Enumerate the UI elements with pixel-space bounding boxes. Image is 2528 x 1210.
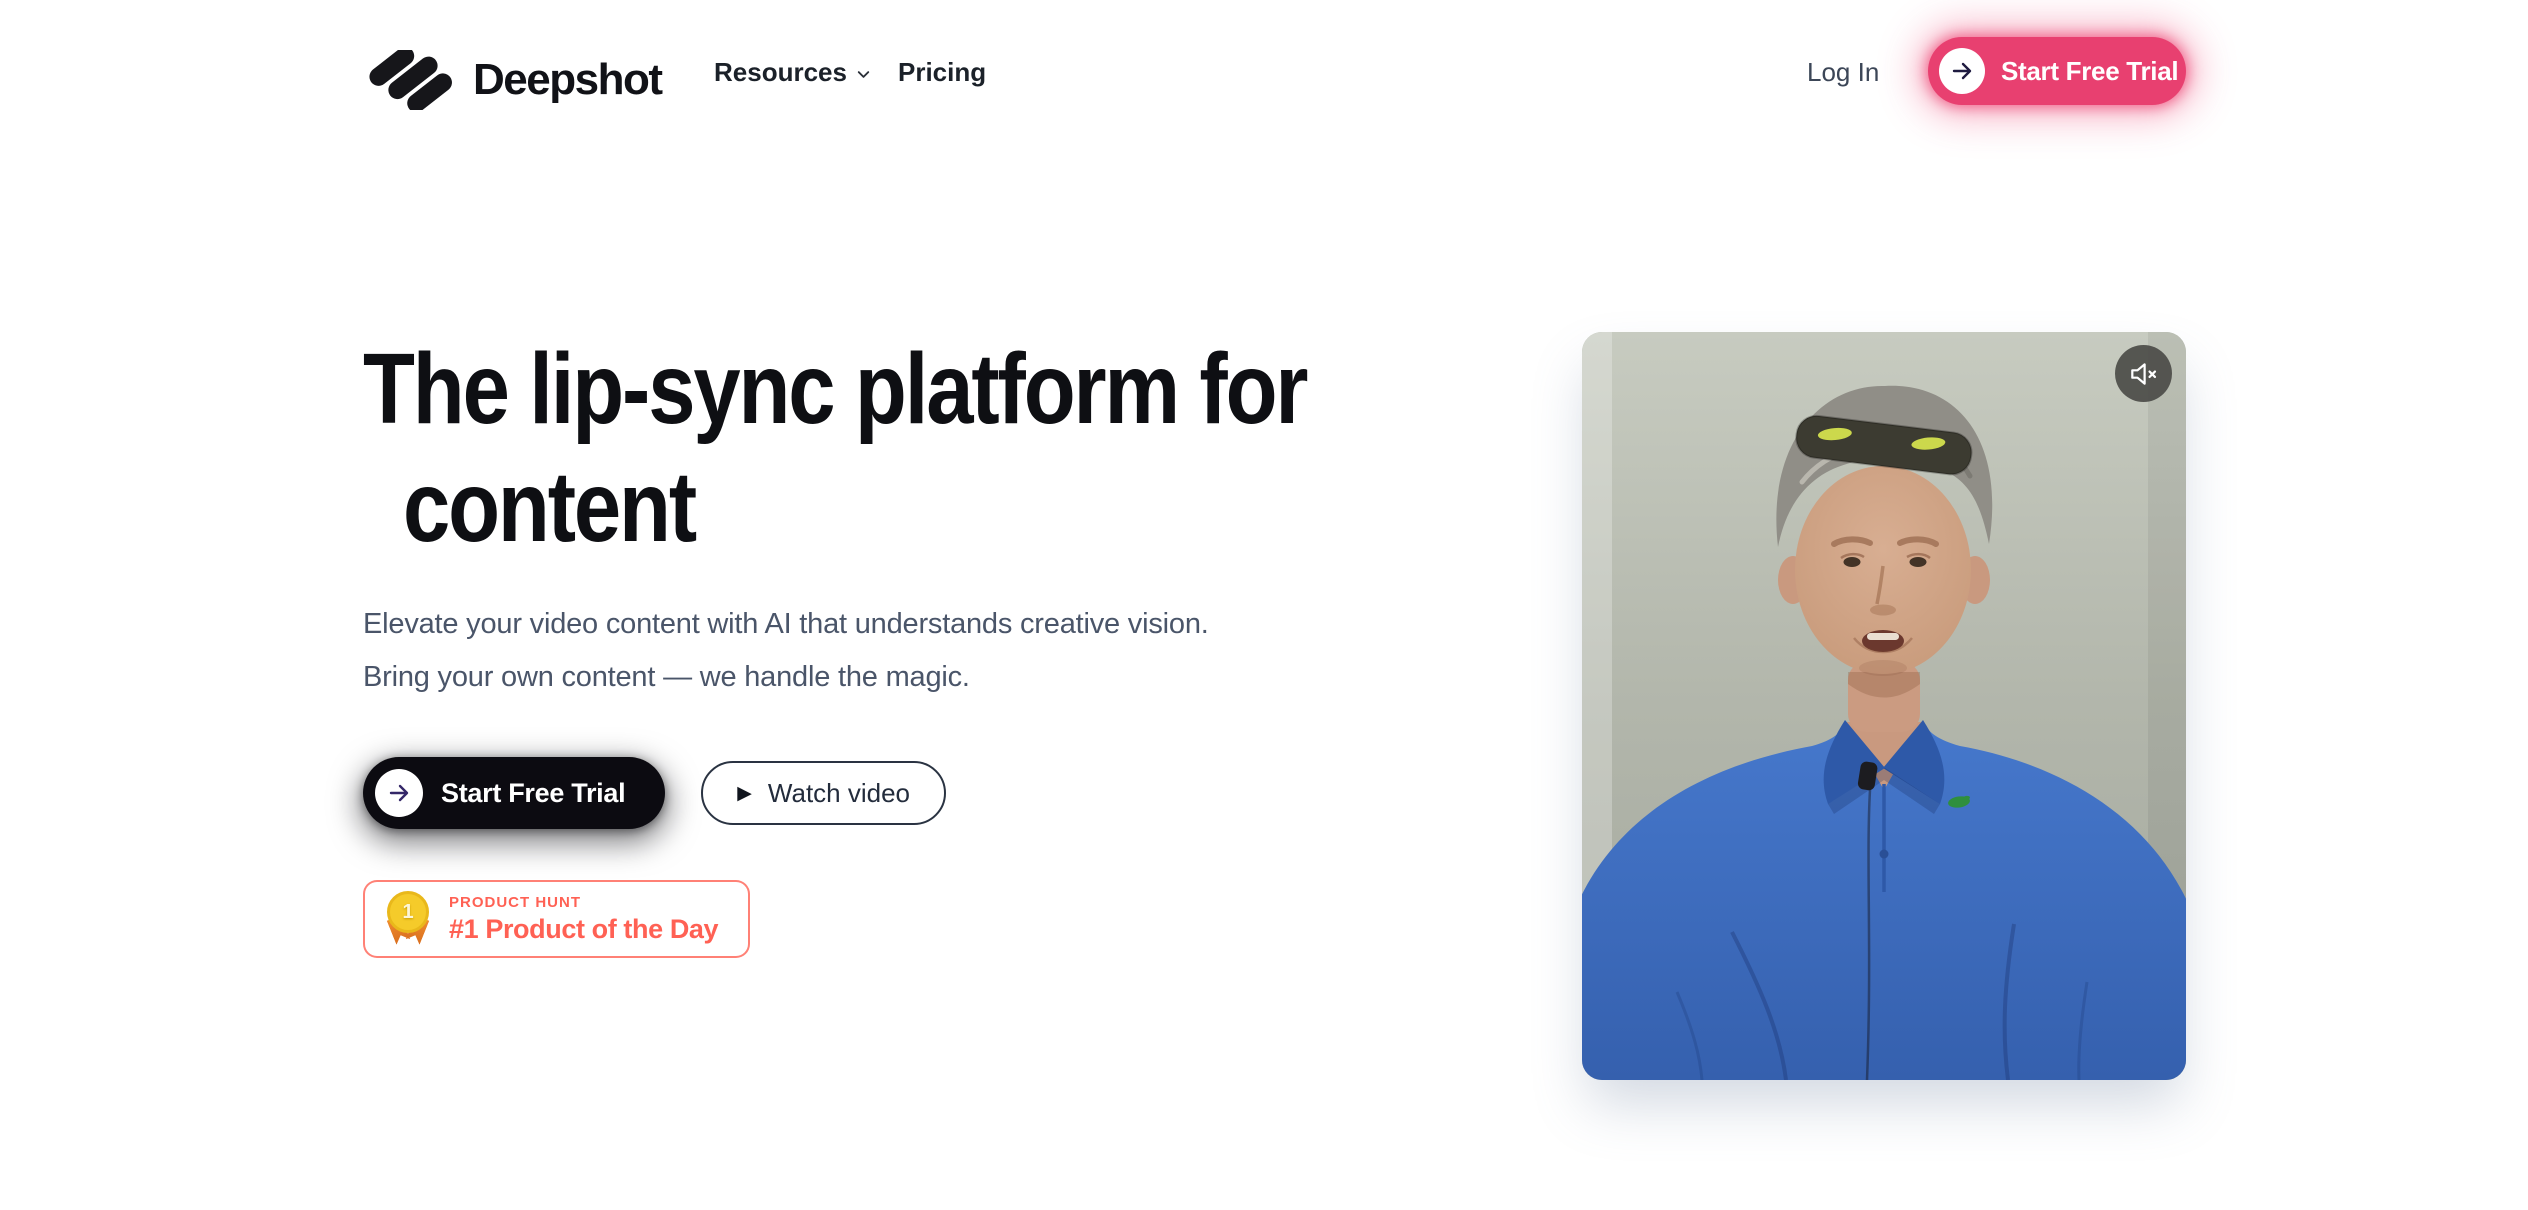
hero-cta-label: Start Free Trial [441, 778, 625, 809]
medal-number: 1 [387, 891, 429, 933]
arrow-circle [1939, 48, 1985, 94]
product-hunt-badge[interactable]: 1 PRODUCT HUNT #1 Product of the Day [363, 880, 750, 958]
hero-subtitle-line1: Elevate your video content with AI that … [363, 598, 1209, 651]
hero-title-rotating-word: content [363, 448, 1306, 566]
header-cta-label: Start Free Trial [2001, 56, 2178, 87]
arrow-right-icon [1950, 59, 1974, 83]
nav-item-resources[interactable]: Resources [714, 57, 873, 88]
hero-title: The lip-sync platform for content [363, 330, 1306, 566]
video-frame-speaker-illustration [1582, 332, 2186, 1080]
watch-video-button[interactable]: ▶ Watch video [701, 761, 946, 825]
arrow-right-icon [387, 781, 411, 805]
cta-row: Start Free Trial ▶ Watch video [363, 757, 946, 829]
login-link[interactable]: Log In [1807, 57, 1879, 88]
nav-item-pricing[interactable]: Pricing [898, 57, 986, 88]
arrow-circle [375, 769, 423, 817]
speaker-muted-icon [2128, 358, 2160, 390]
deepshot-logo-icon [363, 50, 459, 110]
chevron-down-icon [854, 65, 873, 84]
brand-name: Deepshot [473, 55, 661, 105]
header-start-free-trial-button[interactable]: Start Free Trial [1928, 37, 2186, 105]
unmute-button[interactable] [2115, 345, 2172, 402]
hero-title-line1: The lip-sync platform for [363, 333, 1306, 445]
nav-pricing-label: Pricing [898, 57, 986, 88]
hero-subtitle: Elevate your video content with AI that … [363, 598, 1209, 704]
product-hunt-kicker: PRODUCT HUNT [449, 894, 718, 911]
product-hunt-title: #1 Product of the Day [449, 914, 718, 945]
hero-subtitle-line2: Bring your own content — we handle the m… [363, 651, 1209, 704]
medal-icon: 1 [385, 891, 431, 947]
hero-start-free-trial-button[interactable]: Start Free Trial [363, 757, 665, 829]
hero-video-player[interactable] [1582, 332, 2186, 1080]
play-icon: ▶ [737, 784, 752, 803]
brand-logo[interactable]: Deepshot [363, 50, 661, 110]
nav-resources-label: Resources [714, 57, 847, 88]
watch-video-label: Watch video [768, 778, 910, 809]
